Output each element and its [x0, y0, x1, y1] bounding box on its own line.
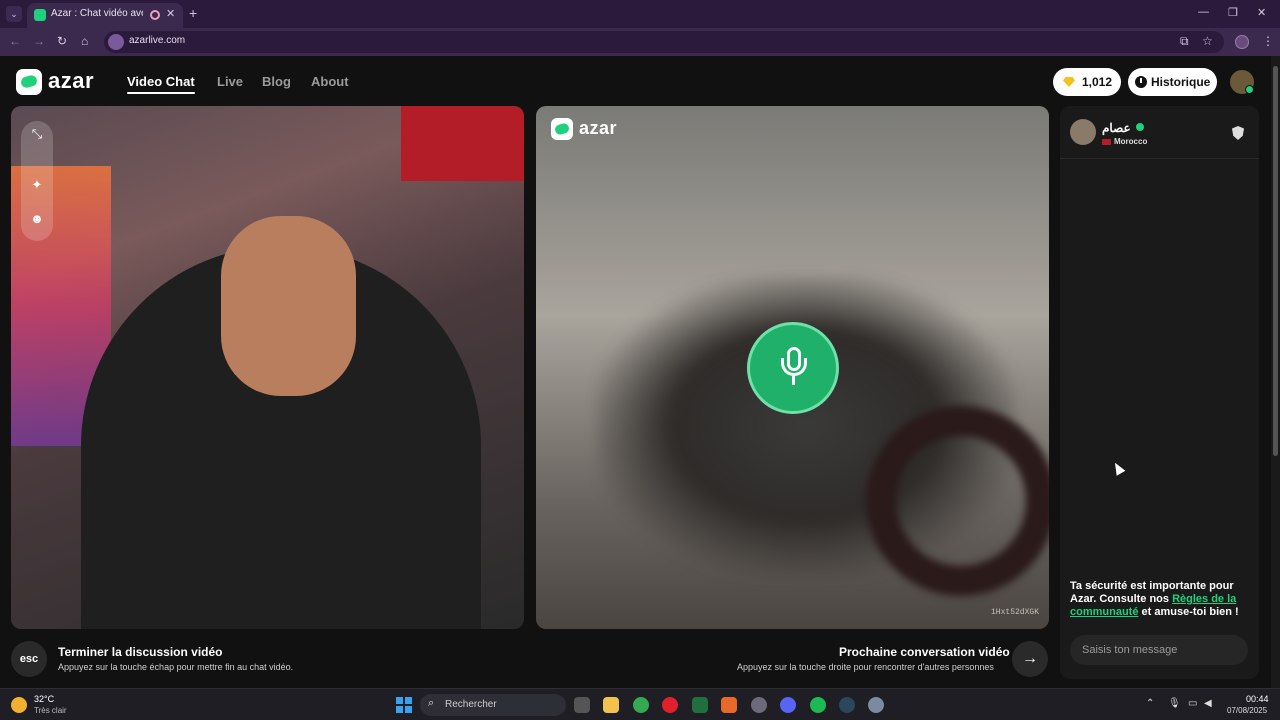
nav-blog[interactable]: Blog — [262, 74, 291, 89]
tray-chevron-icon[interactable]: ⌃ — [1146, 698, 1154, 709]
clock-date[interactable]: 07/08/2025 — [1227, 706, 1267, 715]
weather-icon[interactable] — [11, 697, 27, 713]
azar-logo-icon — [551, 118, 573, 140]
terminal-icon[interactable] — [692, 697, 708, 713]
next-chat-title: Prochaine conversation vidéo — [839, 645, 1010, 659]
reload-icon[interactable]: ↻ — [57, 34, 67, 48]
next-chat-hint: Appuyez sur la touche droite pour rencon… — [737, 662, 994, 672]
azar-favicon-icon — [34, 9, 46, 21]
url-field[interactable]: azarlive.com ⧉ ☆ — [104, 31, 1224, 53]
partner-avatar[interactable] — [1070, 119, 1096, 145]
video-azar-logo: azar — [551, 118, 631, 142]
obs-icon[interactable] — [751, 697, 767, 713]
vlc-icon[interactable] — [721, 697, 737, 713]
site-info-icon[interactable] — [108, 34, 124, 50]
restore-window-icon[interactable]: ❐ — [1228, 6, 1238, 19]
chat-divider — [1060, 158, 1259, 159]
gems-button[interactable]: 1,012 — [1053, 68, 1121, 96]
face-filter-icon[interactable]: ☻ — [30, 212, 44, 226]
avatar-badge — [1245, 85, 1254, 94]
bookmark-star-icon[interactable]: ☆ — [1202, 34, 1213, 48]
sparkle-effects-icon[interactable]: ✦ — [30, 178, 44, 192]
chat-panel: عصام Morocco Ta sécurité est importante … — [1060, 106, 1259, 679]
logo-text: azar — [48, 68, 95, 93]
gem-icon — [1063, 77, 1075, 87]
partner-country: Morocco — [1114, 137, 1148, 146]
weather-text: Très clair — [34, 706, 67, 715]
home-icon[interactable]: ⌂ — [81, 34, 88, 48]
new-tab-icon[interactable]: + — [189, 5, 197, 21]
clock-time[interactable]: 00:44 — [1246, 694, 1269, 704]
partner-video: azar 1Hxt52dXGK — [536, 106, 1049, 629]
taskbar: 32°C Très clair ⌕ Rechercher ⌃ 🎙 ▭ ◀ 00:… — [0, 688, 1280, 720]
history-label: Historique — [1151, 75, 1211, 89]
end-chat-button[interactable]: esc — [11, 641, 47, 677]
file-explorer-icon[interactable] — [603, 697, 619, 713]
tab-search-icon[interactable]: ⌄ — [6, 6, 22, 22]
spotify-icon[interactable] — [810, 697, 826, 713]
microphone-button[interactable] — [747, 322, 839, 414]
azar-page: azar Video Chat Live Blog About 1,012 Hi… — [0, 56, 1280, 688]
close-tab-icon[interactable]: ✕ — [166, 7, 175, 20]
partner-name: عصام — [1102, 121, 1131, 135]
azar-logo-icon — [16, 69, 42, 95]
report-shield-icon[interactable] — [1232, 126, 1244, 140]
browser-profile-avatar[interactable] — [1235, 35, 1249, 49]
clock-icon — [1135, 76, 1147, 88]
browser-menu-icon[interactable]: ⋮ — [1262, 34, 1274, 48]
verified-icon — [1136, 123, 1144, 131]
partner-id: 1Hxt52dXGK — [991, 608, 1040, 617]
temperature: 32°C — [34, 694, 55, 704]
browser-tab[interactable]: Azar : Chat vidéo avec de n ✕ — [27, 3, 183, 28]
taskbar-search[interactable]: ⌕ Rechercher — [420, 694, 566, 716]
tab-title: Azar : Chat vidéo avec de n — [51, 8, 143, 19]
chrome-icon[interactable] — [633, 697, 649, 713]
close-window-icon[interactable]: ✕ — [1257, 6, 1266, 19]
address-bar: ← → ↻ ⌂ azarlive.com ⧉ ☆ ⋮ — [0, 28, 1280, 56]
safety-notice: Ta sécurité est importante pour Azar. Co… — [1070, 580, 1250, 619]
search-icon: ⌕ — [428, 697, 435, 709]
nav-video-chat[interactable]: Video Chat — [127, 74, 195, 94]
nav-about[interactable]: About — [311, 74, 349, 89]
video-logo-text: azar — [579, 118, 618, 138]
scene-flag — [401, 106, 524, 181]
page-scrollbar[interactable] — [1271, 56, 1280, 688]
search-placeholder: Rechercher — [445, 699, 497, 710]
task-view-icon[interactable] — [574, 697, 590, 713]
morocco-flag-icon — [1102, 139, 1111, 145]
gems-count: 1,012 — [1082, 75, 1113, 89]
nav-live[interactable]: Live — [217, 74, 243, 89]
browser-tab-bar: ⌄ Azar : Chat vidéo avec de n ✕ + — ❐ ✕ — [0, 0, 1280, 28]
message-input[interactable] — [1070, 635, 1248, 665]
video-tools-panel: ⤡ ✦ ☻ — [21, 121, 53, 241]
back-icon[interactable]: ← — [9, 34, 21, 48]
scroll-thumb[interactable] — [1273, 66, 1278, 456]
discord-icon[interactable] — [780, 697, 796, 713]
minimize-window-icon[interactable]: — — [1198, 6, 1209, 18]
scene-person-head — [221, 216, 356, 396]
display-tray-icon[interactable]: ▭ — [1188, 698, 1197, 709]
recording-icon — [150, 10, 160, 20]
start-button[interactable] — [396, 697, 412, 713]
safety-text-end: et amuse-toi bien ! — [1138, 606, 1239, 618]
minimize-icon[interactable]: ⤡ — [30, 127, 44, 141]
steam-icon[interactable] — [839, 697, 855, 713]
next-chat-button[interactable]: → — [1012, 641, 1048, 677]
azar-logo[interactable]: azar — [16, 68, 106, 95]
microphone-tray-icon[interactable]: 🎙 — [1168, 698, 1181, 709]
history-button[interactable]: Historique — [1128, 68, 1217, 96]
self-video: ⤡ ✦ ☻ — [11, 106, 524, 629]
install-app-icon[interactable]: ⧉ — [1180, 34, 1189, 49]
end-chat-title: Terminer la discussion vidéo — [58, 645, 223, 659]
volume-tray-icon[interactable]: ◀ — [1204, 698, 1212, 709]
settings-icon[interactable] — [868, 697, 884, 713]
end-chat-hint: Appuyez sur la touche échap pour mettre … — [58, 662, 294, 672]
url-text: azarlive.com — [129, 35, 186, 46]
scene-wheel — [866, 406, 1049, 596]
opera-icon[interactable] — [662, 697, 678, 713]
forward-icon[interactable]: → — [33, 34, 45, 48]
